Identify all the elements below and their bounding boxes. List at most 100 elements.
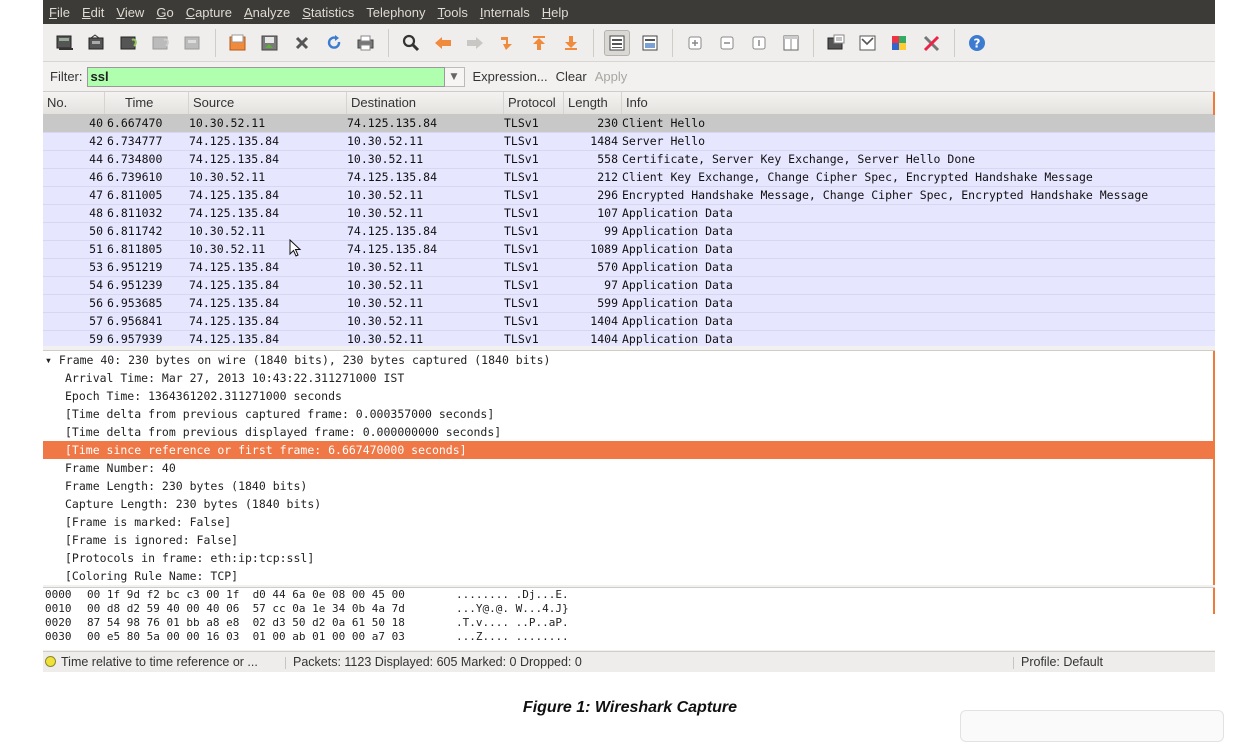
stop-capture-icon[interactable]: [149, 31, 173, 55]
packet-row[interactable]: 476.81100574.125.135.8410.30.52.11TLSv12…: [43, 187, 1215, 205]
detail-field[interactable]: [Protocols in frame: eth:ip:tcp:ssl]: [43, 549, 1215, 567]
detail-field[interactable]: [Frame is marked: False]: [43, 513, 1215, 531]
apply-button[interactable]: Apply: [595, 69, 628, 84]
menu-edit[interactable]: Edit: [76, 5, 110, 20]
detail-field[interactable]: Capture Length: 230 bytes (1840 bits): [43, 495, 1215, 513]
start-capture-icon[interactable]: [117, 31, 141, 55]
detail-field[interactable]: [Time delta from previous captured frame…: [43, 405, 1215, 423]
packet-row[interactable]: 426.73477774.125.135.8410.30.52.11TLSv11…: [43, 133, 1215, 151]
packet-row[interactable]: 506.81174210.30.52.1174.125.135.84TLSv19…: [43, 223, 1215, 241]
byte-ascii[interactable]: ...Y@.@. W...4.J}: [456, 602, 569, 616]
colorize-icon[interactable]: [604, 30, 630, 56]
packet-row[interactable]: 576.95684174.125.135.8410.30.52.11TLSv11…: [43, 313, 1215, 331]
packet-row[interactable]: 486.81103274.125.135.8410.30.52.11TLSv11…: [43, 205, 1215, 223]
resize-columns-icon[interactable]: [779, 31, 803, 55]
go-back-icon[interactable]: [431, 31, 455, 55]
menu-analyze[interactable]: Analyze: [238, 5, 296, 20]
save-file-icon[interactable]: [258, 31, 282, 55]
menu-statistics[interactable]: Statistics: [296, 5, 360, 20]
packet-row[interactable]: 446.73480074.125.135.8410.30.52.11TLSv15…: [43, 151, 1215, 169]
display-filters-icon[interactable]: [856, 31, 880, 55]
packet-dst-cell: 10.30.52.11: [347, 259, 504, 276]
coloring-rules-icon[interactable]: [888, 31, 912, 55]
packet-info-cell: Client Hello: [622, 115, 1212, 132]
interface-list-icon[interactable]: [53, 31, 77, 55]
packet-row[interactable]: 516.81180510.30.52.1174.125.135.84TLSv11…: [43, 241, 1215, 259]
display-filter-input[interactable]: ssl: [87, 67, 445, 87]
column-header-no[interactable]: No.: [43, 92, 105, 114]
column-header-destination[interactable]: Destination: [347, 92, 504, 114]
column-header-time[interactable]: Time: [105, 92, 189, 114]
column-header-source[interactable]: Source: [189, 92, 347, 114]
wireshark-window: FileEditViewGoCaptureAnalyzeStatisticsTe…: [43, 0, 1215, 672]
zoom-in-icon[interactable]: [683, 31, 707, 55]
clear-button[interactable]: Clear: [556, 69, 587, 84]
packet-info-cell: Certificate, Server Key Exchange, Server…: [622, 151, 1212, 168]
go-forward-icon[interactable]: [463, 31, 487, 55]
column-header-protocol[interactable]: Protocol: [504, 92, 564, 114]
byte-hex[interactable]: 00 1f 9d f2 bc c3 00 1f d0 44 6a 0e 08 0…: [87, 588, 405, 602]
restart-capture-icon[interactable]: [181, 31, 205, 55]
packet-row[interactable]: 536.95121974.125.135.8410.30.52.11TLSv15…: [43, 259, 1215, 277]
byte-offset[interactable]: 0020: [45, 616, 72, 630]
status-bar: Time relative to time reference or ... P…: [43, 651, 1215, 672]
detail-field[interactable]: Epoch Time: 1364361202.311271000 seconds: [43, 387, 1215, 405]
normal-size-icon[interactable]: [747, 31, 771, 55]
menu-file[interactable]: File: [43, 5, 76, 20]
help-icon[interactable]: ?: [965, 31, 989, 55]
detail-field[interactable]: Frame Length: 230 bytes (1840 bits): [43, 477, 1215, 495]
open-file-icon[interactable]: [226, 31, 250, 55]
capture-filters-icon[interactable]: [824, 31, 848, 55]
byte-hex[interactable]: 00 e5 80 5a 00 00 16 03 01 00 ab 01 00 0…: [87, 630, 405, 644]
reload-icon[interactable]: [322, 31, 346, 55]
profile-selector[interactable]: Profile: Default: [1021, 652, 1103, 672]
close-file-icon[interactable]: [290, 31, 314, 55]
menu-internals[interactable]: Internals: [474, 5, 536, 20]
byte-offset[interactable]: 0010: [45, 602, 72, 616]
menu-label-rest: elp: [551, 5, 568, 20]
packet-row[interactable]: 566.95368574.125.135.8410.30.52.11TLSv15…: [43, 295, 1215, 313]
byte-offset[interactable]: 0030: [45, 630, 72, 644]
frame-tree-node[interactable]: ▾ Frame 40: 230 bytes on wire (1840 bits…: [43, 351, 1215, 369]
auto-scroll-icon[interactable]: [638, 31, 662, 55]
packet-row[interactable]: 546.95123974.125.135.8410.30.52.11TLSv19…: [43, 277, 1215, 295]
expression-button[interactable]: Expression...: [473, 69, 548, 84]
byte-hex[interactable]: 87 54 98 76 01 bb a8 e8 02 d3 50 d2 0a 6…: [87, 616, 405, 630]
detail-field[interactable]: [Coloring Rule Name: TCP]: [43, 567, 1215, 585]
packet-row[interactable]: 596.95793974.125.135.8410.30.52.11TLSv11…: [43, 331, 1215, 346]
detail-field[interactable]: [Time delta from previous displayed fram…: [43, 423, 1215, 441]
byte-row: 0030 00 e5 80 5a 00 00 16 03 01 00 ab 01 …: [43, 630, 1215, 644]
byte-ascii[interactable]: ........ .Dj...E.: [456, 588, 569, 602]
detail-field[interactable]: Frame Number: 40: [43, 459, 1215, 477]
preferences-icon[interactable]: [920, 31, 944, 55]
go-to-packet-icon[interactable]: [495, 31, 519, 55]
last-packet-icon[interactable]: [559, 31, 583, 55]
print-icon[interactable]: [354, 31, 378, 55]
detail-field[interactable]: [Time since reference or first frame: 6.…: [43, 441, 1215, 459]
detail-field[interactable]: [Frame is ignored: False]: [43, 531, 1215, 549]
byte-ascii[interactable]: .T.v.... ..P..aP.: [456, 616, 569, 630]
menu-telephony[interactable]: Telephony: [360, 5, 431, 20]
packet-row[interactable]: 466.73961010.30.52.1174.125.135.84TLSv12…: [43, 169, 1215, 187]
filter-history-dropdown[interactable]: ▼: [445, 67, 465, 87]
zoom-out-icon[interactable]: [715, 31, 739, 55]
capture-options-icon[interactable]: [85, 31, 109, 55]
status-separator: [285, 657, 286, 669]
byte-ascii[interactable]: ...Z.... ........: [456, 630, 569, 644]
menu-help[interactable]: Help: [536, 5, 575, 20]
first-packet-icon[interactable]: [527, 31, 551, 55]
packet-src-cell: 74.125.135.84: [189, 187, 347, 204]
byte-offset[interactable]: 0000: [45, 588, 72, 602]
byte-row: 0010 00 d8 d2 59 40 00 40 06 57 cc 0a 1e …: [43, 602, 1215, 616]
packet-row[interactable]: 406.66747010.30.52.1174.125.135.84TLSv12…: [43, 115, 1215, 133]
byte-hex[interactable]: 00 d8 d2 59 40 00 40 06 57 cc 0a 1e 34 0…: [87, 602, 405, 616]
find-packet-icon[interactable]: [399, 31, 423, 55]
menu-tools[interactable]: Tools: [432, 5, 474, 20]
menu-view[interactable]: View: [110, 5, 150, 20]
column-header-info[interactable]: Info: [622, 92, 1215, 114]
menu-go[interactable]: Go: [150, 5, 179, 20]
expert-info-icon[interactable]: [45, 656, 56, 667]
column-header-length[interactable]: Length: [564, 92, 622, 114]
menu-capture[interactable]: Capture: [180, 5, 238, 20]
detail-field[interactable]: Arrival Time: Mar 27, 2013 10:43:22.3112…: [43, 369, 1215, 387]
